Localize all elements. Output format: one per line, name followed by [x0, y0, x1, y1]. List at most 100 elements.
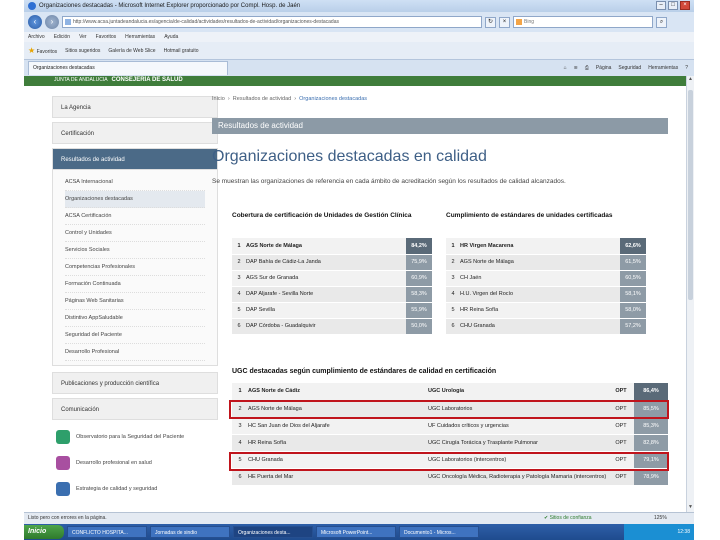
menu-archivo[interactable]: Archivo [28, 32, 45, 42]
minimize-icon[interactable]: – [656, 1, 666, 10]
menu-herramientas[interactable]: Herramientas [125, 32, 155, 42]
sidebar-sub-competencias[interactable]: Competencias Profesionales [65, 259, 205, 276]
sidebar-item-resultados[interactable]: Resultados de actividad [52, 148, 218, 170]
breadcrumb-inicio[interactable]: Inicio [212, 96, 225, 102]
task-conflicto[interactable]: CONFLICTO HOSPITA... [67, 526, 147, 538]
ugc-value: 82,8% [634, 434, 668, 452]
sidebar-sub-desarrollo[interactable]: Desarrollo Profesional [65, 344, 205, 361]
sidebar-sub-servicios-sociales[interactable]: Servicios Sociales [65, 242, 205, 259]
table-row: 2 DAP Bahía de Cádiz-La Janda 75,9% [232, 254, 432, 271]
sidebar-item-comunicacion[interactable]: Comunicación [52, 398, 218, 420]
site-brand[interactable]: JUNTA DE ANDALUCIA CONSEJERÍA DE SALUD [54, 77, 183, 83]
cmd-pagina[interactable]: Página [596, 62, 612, 74]
menu-favoritos[interactable]: Favoritos [96, 32, 117, 42]
sidebar-sub-distintivo[interactable]: Distintivo AppSaludable [65, 310, 205, 327]
sidebar-item-publicaciones[interactable]: Publicaciones y producción científica [52, 372, 218, 394]
ugc-center: HC San Juan de Dios del Aljarafe [248, 417, 428, 435]
print-icon[interactable]: ⎙ [585, 62, 589, 74]
task-powerpoint[interactable]: Microsoft PowerPoint... [316, 526, 396, 538]
window-controls: – □ × [656, 1, 690, 10]
rank-name: CHU Granada [460, 318, 620, 335]
cmd-herramientas[interactable]: Herramientas [648, 62, 678, 74]
sidebar-sub-paginas-web[interactable]: Páginas Web Sanitarias [65, 293, 205, 310]
sidebar-submenu: ACSA Internacional Organizaciones destac… [52, 170, 218, 366]
fav-galeria-web-slice[interactable]: Galería de Web Slice [108, 48, 155, 54]
scroll-thumb[interactable] [688, 90, 693, 300]
promo-observatorio[interactable]: Observatorio para la Seguridad del Pacie… [52, 424, 218, 450]
ugc-value: 85,3% [634, 417, 668, 435]
refresh-button[interactable]: ↻ [485, 16, 496, 28]
rank-number: 6 [446, 318, 460, 335]
tab-organizaciones[interactable]: Organizaciones destacadas [28, 61, 228, 75]
web-page: JUNTA DE ANDALUCIA CONSEJERÍA DE SALUD La… [24, 76, 686, 512]
rank-value: 84,2% [406, 238, 432, 255]
rank-value: 55,9% [406, 302, 432, 319]
sidebar-sub-acsa-certificacion[interactable]: ACSA Certificación [65, 208, 205, 225]
cmd-seguridad[interactable]: Seguridad [618, 62, 641, 74]
fav-hotmail[interactable]: Hotmail gratuito [164, 48, 199, 54]
breadcrumb-resultados[interactable]: Resultados de actividad [233, 96, 291, 102]
scroll-up-icon[interactable]: ▲ [687, 76, 694, 84]
sidebar-sub-seguridad-paciente[interactable]: Seguridad del Paciente [65, 327, 205, 344]
ugc-center: AGS Norte de Cádiz [248, 383, 428, 401]
search-placeholder: Bing [524, 19, 535, 25]
rank-value: 58,1% [620, 286, 646, 303]
sidebar-item-certificacion[interactable]: Certificación [52, 122, 218, 144]
task-jornadas[interactable]: Jornadas de sindio [150, 526, 230, 538]
home-icon[interactable]: ⌂ [564, 62, 567, 74]
fav-sitios-sugeridos[interactable]: Sitios sugeridos [65, 48, 100, 54]
menu-bar: Archivo Edición Ver Favoritos Herramient… [24, 32, 694, 42]
menu-ver[interactable]: Ver [79, 32, 87, 42]
back-button[interactable]: ‹ [28, 15, 42, 29]
rank-name: HR Reina Sofía [460, 302, 620, 319]
forward-button[interactable]: › [45, 15, 59, 29]
rank-number: 1 [232, 238, 246, 255]
security-zone: ✔ Sitios de confianza [544, 515, 592, 521]
stop-button[interactable]: × [499, 16, 510, 28]
sidebar-sub-formacion[interactable]: Formación Continuada [65, 276, 205, 293]
sidebar-item-la-agencia[interactable]: La Agencia [52, 96, 218, 118]
rank-name: DAP Sevilla [246, 302, 406, 319]
ugc-unit: UGC Urología [428, 383, 608, 401]
rss-icon[interactable]: ≋ [574, 62, 578, 74]
search-input[interactable]: Bing [513, 16, 653, 28]
task-organizaciones[interactable]: Organizaciones desta... [233, 526, 313, 538]
tab-bar: Organizaciones destacadas ⌂ ≋ ⎙ Página S… [24, 60, 694, 76]
section-banner: Resultados de actividad [212, 118, 668, 134]
search-icon[interactable]: ⌕ [656, 16, 667, 28]
sidebar-sub-control[interactable]: Control y Unidades [65, 225, 205, 242]
clock[interactable]: 12:38 [677, 529, 690, 535]
site-header: JUNTA DE ANDALUCIA CONSEJERÍA DE SALUD [24, 76, 686, 86]
start-button[interactable]: Inicio [24, 525, 64, 539]
sidebar-sub-organizaciones[interactable]: Organizaciones destacadas [65, 191, 205, 208]
menu-ayuda[interactable]: Ayuda [164, 32, 178, 42]
security-zone-label: Sitios de confianza [549, 515, 592, 521]
zoom-level[interactable]: 125% [654, 513, 667, 524]
promo-desarrollo[interactable]: Desarrollo profesional en salud [52, 450, 218, 476]
rank-name: AGS Norte de Málaga [460, 254, 620, 271]
status-text: Listo pero con errores en la página. [28, 515, 107, 521]
taskbar: Inicio CONFLICTO HOSPITA... Jornadas de … [24, 524, 694, 540]
rank-value: 75,9% [406, 254, 432, 271]
sidebar-sub-acsa-internacional[interactable]: ACSA Internacional [65, 174, 205, 191]
main-content: Inicio › Resultados de actividad › Organ… [212, 96, 668, 486]
page-title: Organizaciones destacadas en calidad [212, 148, 487, 165]
table-row: 3 AGS Sur de Granada 60,9% [232, 270, 432, 287]
rank-name: AGS Norte de Málaga [246, 238, 406, 255]
scroll-down-icon[interactable]: ▼ [687, 504, 694, 512]
left-ranking-title: Cobertura de certificación de Unidades d… [232, 212, 412, 219]
command-bar: ⌂ ≋ ⎙ Página Seguridad Herramientas ? [564, 62, 688, 74]
favorites-button[interactable]: ★ Favoritos [28, 46, 57, 55]
ugc-level: OPT [608, 417, 634, 435]
promo-estrategia[interactable]: Estrategia de calidad y seguridad [52, 476, 218, 502]
page-scrollbar[interactable]: ▲ ▼ [686, 76, 694, 512]
ugc-level: OPT [608, 434, 634, 452]
help-icon[interactable]: ? [685, 62, 688, 74]
rank-number: 5 [446, 302, 460, 319]
task-documento[interactable]: Documento1 - Micros... [399, 526, 479, 538]
close-icon[interactable]: × [680, 1, 690, 10]
window-titlebar: Organizaciones destacadas - Microsoft In… [24, 0, 694, 12]
maximize-icon[interactable]: □ [668, 1, 678, 10]
address-input[interactable]: http://www.acsa.juntadeandalucia.es/agen… [62, 16, 482, 28]
menu-edicion[interactable]: Edición [54, 32, 70, 42]
